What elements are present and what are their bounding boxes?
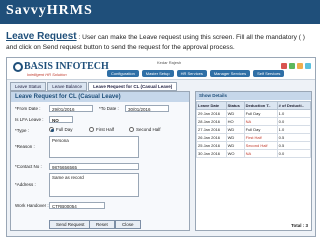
cell-status: WD: [225, 125, 245, 134]
cell-status: WO: [225, 149, 245, 158]
type-first-half-label: First Half: [96, 127, 114, 132]
cell-date: 25 Jan 2016: [196, 141, 227, 150]
type-full-day[interactable]: Full Day: [49, 127, 73, 132]
address-textarea[interactable]: Same as record: [49, 173, 139, 197]
tab-leave-status[interactable]: Leave Status: [10, 82, 47, 91]
tab-bar: Leave Status Leave Balance Leave Request…: [10, 82, 178, 91]
menu-master-setup[interactable]: Master Setup: [141, 70, 174, 77]
radio-icon: [129, 127, 134, 132]
form-title: Leave Request for CL (Casual Leave): [11, 92, 189, 102]
col-num-deduction[interactable]: # of Deducti..: [276, 101, 312, 110]
cell-count: 0.0: [276, 149, 312, 158]
description-heading: Leave Request: [6, 31, 77, 42]
leave-request-form: Leave Request for CL (Casual Leave) *Fro…: [10, 91, 190, 231]
cell-status: HO: [225, 117, 245, 126]
cell-date: 30 Jan 2016: [196, 149, 227, 158]
radio-selected-icon: [49, 127, 54, 132]
type-second-half[interactable]: Second Half: [129, 127, 161, 132]
reset-button[interactable]: Reset: [89, 220, 115, 229]
menu-manager-services[interactable]: Manager Services: [209, 70, 251, 77]
contact-field[interactable]: 9876656565: [49, 163, 139, 170]
from-date-label: *From Date :: [15, 106, 41, 111]
cell-type: Full Day: [243, 109, 278, 118]
cell-date: 28 Jan 2016: [196, 117, 227, 126]
type-second-half-label: Second Half: [136, 127, 161, 132]
close-button[interactable]: Close: [115, 220, 141, 229]
top-banner: SavvyHRMS: [0, 0, 320, 24]
leave-details-table: Leave Date Status Deduction T.. # of Ded…: [196, 101, 312, 158]
col-status[interactable]: Status: [225, 101, 245, 110]
details-panel: Show Details Leave Date Status Deduction…: [195, 91, 312, 231]
table-row[interactable]: 28 Jan 2016 HO NA 0.0: [196, 117, 312, 126]
cell-count: 1.0: [276, 125, 312, 134]
header-icons: [281, 63, 311, 69]
contact-label: *Contact No :: [15, 164, 42, 169]
handover-field[interactable]: CTRB00054: [49, 202, 105, 209]
description: Leave Request : User can make the Leave …: [6, 32, 316, 53]
app-header: BASIS INFOTECH Intelligent HR Solution K…: [7, 58, 315, 80]
cell-date: 26 Jan 2016: [196, 133, 227, 142]
logged-in-user: Kedar Rajesh: [157, 60, 182, 65]
to-date-field[interactable]: 30/01/2016: [125, 105, 169, 112]
cell-count: 0.0: [276, 117, 312, 126]
tab-leave-balance[interactable]: Leave Balance: [47, 82, 88, 91]
app-window: BASIS INFOTECH Intelligent HR Solution K…: [6, 57, 316, 237]
main-menu: Configuration Master Setup HR Services M…: [107, 70, 285, 77]
logout-icon[interactable]: [305, 63, 311, 69]
cell-count: 0.5: [276, 133, 312, 142]
cell-count: 1.0: [276, 109, 312, 118]
table-row[interactable]: 26 Jan 2016 WD First Half 0.5: [196, 133, 312, 142]
table-row[interactable]: 25 Jan 2016 WD Second Half 0.5: [196, 141, 312, 150]
alert-icon[interactable]: [281, 63, 287, 69]
lfa-select[interactable]: NO: [49, 116, 73, 123]
reason-label: *Reason :: [15, 144, 35, 149]
radio-icon: [89, 127, 94, 132]
table-row[interactable]: 29 Jan 2016 WD Full Day 1.0: [196, 109, 312, 118]
type-full-day-label: Full Day: [56, 127, 73, 132]
reason-textarea[interactable]: Persona: [49, 136, 139, 158]
menu-configuration[interactable]: Configuration: [107, 70, 139, 77]
to-date-label: *To Date :: [99, 106, 119, 111]
cell-type: Second Half: [243, 141, 278, 150]
details-title[interactable]: Show Details: [196, 92, 311, 100]
cell-status: WD: [225, 109, 245, 118]
logo-tagline: Intelligent HR Solution: [27, 72, 67, 77]
cell-type: NA: [243, 149, 278, 158]
type-label: *Type :: [15, 128, 30, 133]
brand-title: SavvyHRMS: [6, 3, 93, 18]
address-label: *Address :: [15, 182, 36, 187]
lfa-label: Is LFA Leave :: [15, 117, 44, 122]
cell-type: NA: [243, 117, 278, 126]
from-date-field[interactable]: 29/01/2016: [49, 105, 93, 112]
tab-leave-request[interactable]: Leave Request for CL (Casual Leave): [88, 82, 178, 91]
send-request-button[interactable]: Send Request: [49, 220, 92, 229]
logo-text: BASIS INFOTECH: [24, 61, 109, 72]
col-leave-date[interactable]: Leave Date: [196, 101, 227, 110]
cell-type: Full Day: [243, 125, 278, 134]
menu-self-services[interactable]: Self Services: [253, 70, 285, 77]
settings-icon[interactable]: [297, 63, 303, 69]
cell-date: 29 Jan 2016: [196, 109, 227, 118]
table-row[interactable]: 30 Jan 2016 WO NA 0.0: [196, 149, 312, 158]
col-deduction-type[interactable]: Deduction T..: [243, 101, 278, 110]
logo-mark-icon: [13, 61, 23, 72]
cell-type: First Half: [243, 133, 278, 142]
menu-hr-services[interactable]: HR Services: [176, 70, 207, 77]
total-label: Total : 3: [291, 223, 308, 228]
type-first-half[interactable]: First Half: [89, 127, 114, 132]
home-icon[interactable]: [289, 63, 295, 69]
cell-status: WD: [225, 141, 245, 150]
table-row[interactable]: 27 Jan 2016 WD Full Day 1.0: [196, 125, 312, 134]
company-logo: BASIS INFOTECH: [13, 61, 109, 72]
cell-count: 0.5: [276, 141, 312, 150]
cell-date: 27 Jan 2016: [196, 125, 227, 134]
handover-label: Work Handover :: [15, 203, 49, 208]
cell-status: WD: [225, 133, 245, 142]
